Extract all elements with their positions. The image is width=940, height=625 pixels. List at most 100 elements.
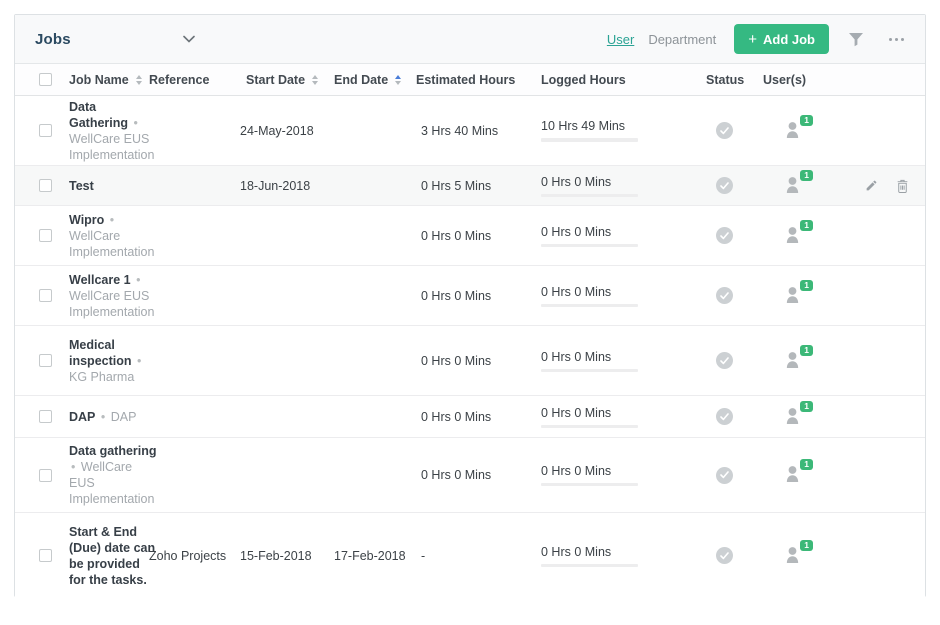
- assigned-users-icon[interactable]: 1: [784, 175, 804, 197]
- progress-bar: [541, 369, 638, 372]
- col-header-status: Status: [706, 64, 744, 95]
- estimated-hours: -: [421, 513, 511, 598]
- estimated-hours: 0 Hrs 0 Mins: [421, 438, 511, 512]
- progress-bar: [541, 304, 638, 307]
- add-job-label: Add Job: [763, 32, 815, 47]
- table-row[interactable]: Medical inspection • KG Pharma 0 Hrs 0 M…: [15, 326, 925, 396]
- user-count-badge: 1: [800, 401, 813, 412]
- user-count-badge: 1: [800, 540, 813, 551]
- user-count-badge: 1: [800, 280, 813, 291]
- col-header-job-name[interactable]: Job Name: [69, 64, 142, 95]
- sort-icon-active-asc[interactable]: [395, 75, 401, 85]
- row-checkbox[interactable]: [39, 410, 52, 423]
- table-row[interactable]: DAP • DAP 0 Hrs 0 Mins 0 Hrs 0 Mins 1: [15, 396, 925, 438]
- job-name-cell: Data gathering • WellCare EUS Implementa…: [69, 443, 157, 507]
- filter-icon[interactable]: [843, 26, 869, 52]
- status-check-icon[interactable]: [716, 227, 733, 244]
- status-check-icon[interactable]: [716, 352, 733, 369]
- job-name-cell: Data Gathering • WellCare EUS Implementa…: [69, 99, 157, 163]
- job-name-cell: Wellcare 1 • WellCare EUS Implementation: [69, 272, 157, 320]
- row-checkbox[interactable]: [39, 124, 52, 137]
- progress-bar: [541, 483, 638, 486]
- plus-icon: +: [748, 31, 757, 48]
- logged-hours-cell: 0 Hrs 0 Mins: [541, 206, 641, 265]
- select-all-checkbox[interactable]: [39, 73, 52, 86]
- status-check-icon[interactable]: [716, 467, 733, 484]
- col-header-estimated-hours: Estimated Hours: [416, 64, 515, 95]
- status-check-icon[interactable]: [716, 122, 733, 139]
- chevron-down-icon[interactable]: [183, 35, 195, 43]
- job-name-cell: Wipro • WellCare Implementation: [69, 212, 157, 260]
- add-job-button[interactable]: + Add Job: [734, 24, 829, 54]
- more-options-icon[interactable]: [883, 26, 909, 52]
- status-check-icon[interactable]: [716, 287, 733, 304]
- logged-hours-cell: 0 Hrs 0 Mins: [541, 396, 641, 437]
- view-toggle-user[interactable]: User: [607, 32, 634, 47]
- progress-bar: [541, 244, 638, 247]
- progress-bar: [541, 425, 638, 428]
- assigned-users-icon[interactable]: 1: [784, 464, 804, 486]
- job-name-cell: DAP • DAP: [69, 409, 157, 425]
- estimated-hours: 0 Hrs 0 Mins: [421, 266, 511, 325]
- assigned-users-icon[interactable]: 1: [784, 545, 804, 567]
- job-name-cell: Medical inspection • KG Pharma: [69, 337, 157, 385]
- col-header-start-date[interactable]: Start Date: [246, 64, 318, 95]
- table-row[interactable]: Start & End (Due) date can be provided f…: [15, 513, 925, 598]
- col-header-logged-hours: Logged Hours: [541, 64, 626, 95]
- logged-hours: 0 Hrs 0 Mins: [541, 545, 611, 559]
- start-date: 24-May-2018: [240, 96, 330, 165]
- progress-bar: [541, 138, 638, 142]
- assigned-users-icon[interactable]: 1: [784, 406, 804, 428]
- logged-hours-cell: 0 Hrs 0 Mins: [541, 513, 641, 598]
- toolbar: Jobs User Department + Add Job: [15, 15, 925, 64]
- col-header-users: User(s): [763, 64, 806, 95]
- logged-hours: 0 Hrs 0 Mins: [541, 285, 611, 299]
- sort-icon[interactable]: [136, 75, 142, 85]
- logged-hours: 0 Hrs 0 Mins: [541, 350, 611, 364]
- row-checkbox[interactable]: [39, 354, 52, 367]
- logged-hours: 0 Hrs 0 Mins: [541, 225, 611, 239]
- user-count-badge: 1: [800, 170, 813, 181]
- logged-hours-cell: 0 Hrs 0 Mins: [541, 266, 641, 325]
- delete-icon[interactable]: [896, 179, 909, 193]
- edit-icon[interactable]: [865, 179, 878, 192]
- estimated-hours: 0 Hrs 0 Mins: [421, 206, 511, 265]
- progress-bar: [541, 194, 638, 197]
- progress-bar: [541, 564, 638, 567]
- table-row[interactable]: Data gathering • WellCare EUS Implementa…: [15, 438, 925, 513]
- table-row[interactable]: Test 18-Jun-2018 0 Hrs 5 Mins 0 Hrs 0 Mi…: [15, 166, 925, 206]
- status-check-icon[interactable]: [716, 177, 733, 194]
- table-row[interactable]: Wellcare 1 • WellCare EUS Implementation…: [15, 266, 925, 326]
- row-checkbox[interactable]: [39, 469, 52, 482]
- logged-hours: 0 Hrs 0 Mins: [541, 464, 611, 478]
- assigned-users-icon[interactable]: 1: [784, 120, 804, 142]
- table-row[interactable]: Data Gathering • WellCare EUS Implementa…: [15, 96, 925, 166]
- row-checkbox[interactable]: [39, 549, 52, 562]
- estimated-hours: 0 Hrs 0 Mins: [421, 326, 511, 395]
- logged-hours: 10 Hrs 49 Mins: [541, 119, 625, 133]
- row-checkbox[interactable]: [39, 179, 52, 192]
- view-toggle-department[interactable]: Department: [648, 32, 716, 47]
- job-name-cell: Test: [69, 178, 157, 194]
- row-checkbox[interactable]: [39, 229, 52, 242]
- status-check-icon[interactable]: [716, 408, 733, 425]
- table-row[interactable]: Wipro • WellCare Implementation 0 Hrs 0 …: [15, 206, 925, 266]
- row-checkbox[interactable]: [39, 289, 52, 302]
- assigned-users-icon[interactable]: 1: [784, 350, 804, 372]
- page-title: Jobs: [35, 31, 71, 48]
- user-count-badge: 1: [800, 220, 813, 231]
- reference: Zoho Projects: [149, 513, 244, 598]
- col-header-end-date[interactable]: End Date: [334, 64, 401, 95]
- table-header: Job Name Reference Start Date End Date E…: [15, 64, 925, 96]
- user-count-badge: 1: [800, 459, 813, 470]
- end-date: 17-Feb-2018: [334, 513, 412, 598]
- logged-hours-cell: 0 Hrs 0 Mins: [541, 326, 641, 395]
- status-check-icon[interactable]: [716, 547, 733, 564]
- sort-icon[interactable]: [312, 75, 318, 85]
- job-name-cell: Start & End (Due) date can be provided f…: [69, 524, 157, 588]
- logged-hours: 0 Hrs 0 Mins: [541, 175, 611, 189]
- assigned-users-icon[interactable]: 1: [784, 225, 804, 247]
- start-date: 18-Jun-2018: [240, 166, 330, 205]
- assigned-users-icon[interactable]: 1: [784, 285, 804, 307]
- start-date: 15-Feb-2018: [240, 513, 330, 598]
